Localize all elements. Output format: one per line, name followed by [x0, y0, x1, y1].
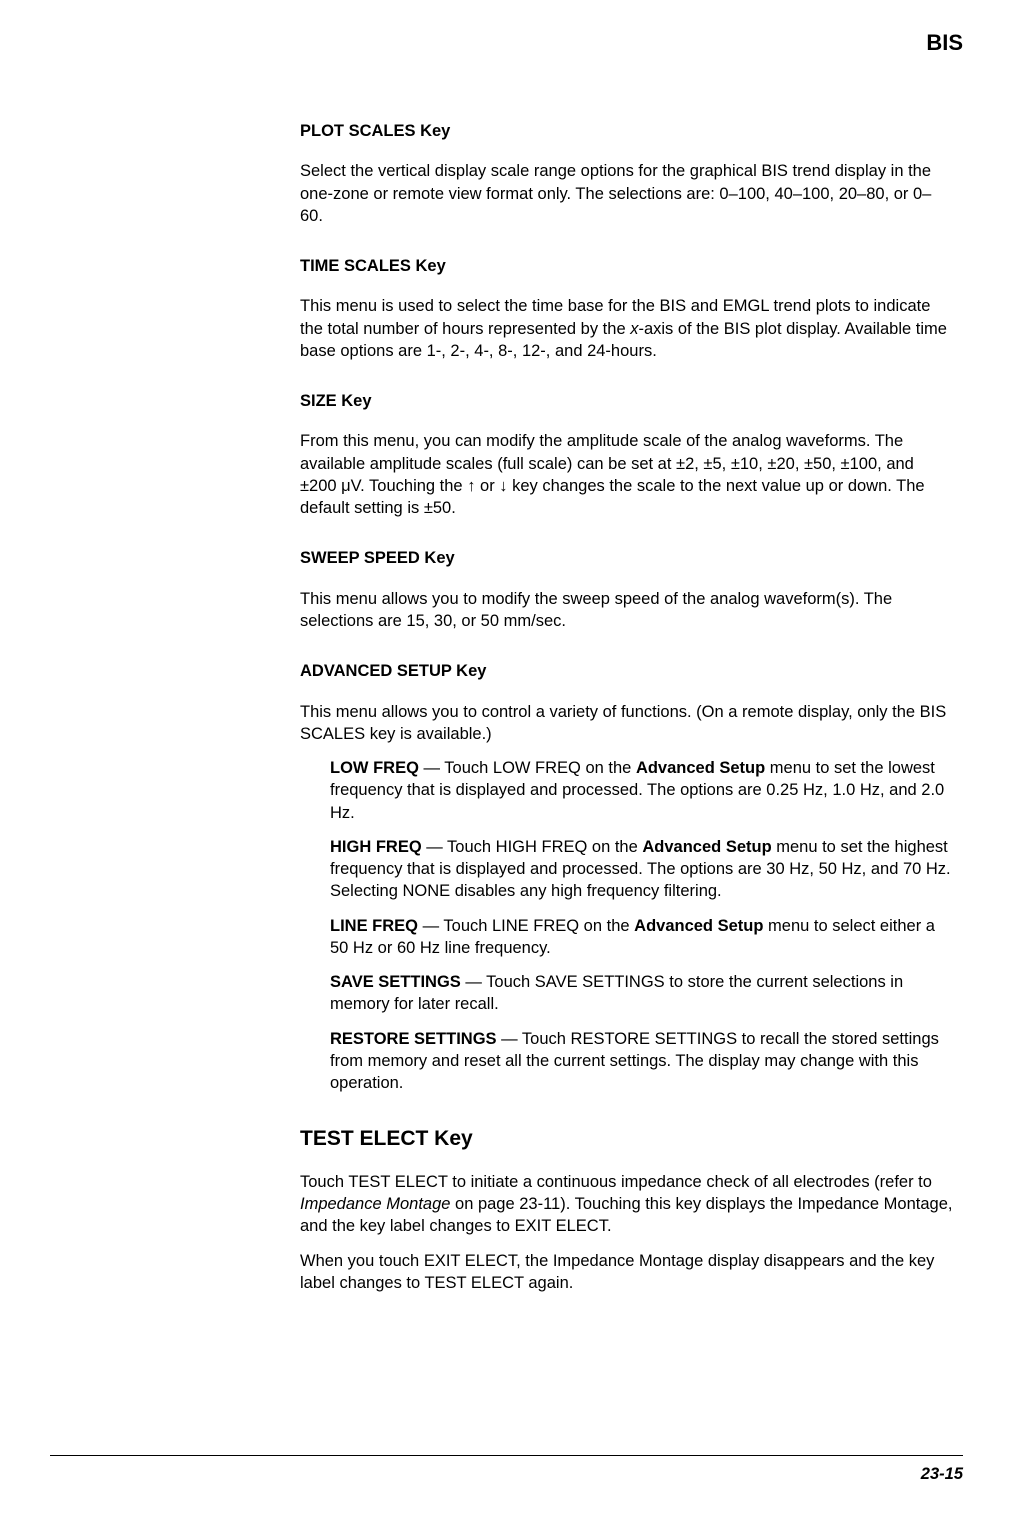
text: — Touch LOW FREQ on the [419, 759, 636, 777]
page-number: 23-15 [921, 1465, 963, 1484]
item-restore-settings: RESTORE SETTINGS — Touch RESTORE SETTING… [330, 1028, 953, 1095]
label-restore: RESTORE SETTINGS [330, 1030, 497, 1048]
para-plot-scales: Select the vertical display scale range … [300, 160, 953, 227]
label-save: SAVE SETTINGS [330, 973, 461, 991]
footer-rule [50, 1455, 963, 1456]
item-line-freq: LINE FREQ — Touch LINE FREQ on the Advan… [330, 915, 953, 960]
label-line-freq: LINE FREQ [330, 917, 418, 935]
label-high-freq: HIGH FREQ [330, 838, 422, 856]
heading-test-elect: TEST ELECT Key [300, 1125, 953, 1153]
item-high-freq: HIGH FREQ — Touch HIGH FREQ on the Advan… [330, 836, 953, 903]
text: — Touch LINE FREQ on the [418, 917, 634, 935]
heading-time-scales: TIME SCALES Key [300, 255, 953, 277]
menu-name: Advanced Setup [634, 917, 763, 935]
ref-impedance-montage: Impedance Montage [300, 1195, 450, 1213]
heading-sweep-speed: SWEEP SPEED Key [300, 547, 953, 569]
para-test-elect-2: When you touch EXIT ELECT, the Impedance… [300, 1250, 953, 1295]
header-section-label: BIS [926, 30, 963, 56]
label-low-freq: LOW FREQ [330, 759, 419, 777]
menu-name: Advanced Setup [636, 759, 765, 777]
content-column: PLOT SCALES Key Select the vertical disp… [300, 120, 953, 1294]
heading-size: SIZE Key [300, 390, 953, 412]
heading-plot-scales: PLOT SCALES Key [300, 120, 953, 142]
item-low-freq: LOW FREQ — Touch LOW FREQ on the Advance… [330, 757, 953, 824]
page: BIS PLOT SCALES Key Select the vertical … [0, 0, 1013, 1516]
text: — Touch HIGH FREQ on the [422, 838, 643, 856]
para-test-elect-1: Touch TEST ELECT to initiate a continuou… [300, 1171, 953, 1238]
menu-name: Advanced Setup [642, 838, 771, 856]
para-advanced-intro: This menu allows you to control a variet… [300, 701, 953, 746]
text: Touch TEST ELECT to initiate a continuou… [300, 1173, 932, 1191]
para-size: From this menu, you can modify the ampli… [300, 430, 953, 519]
para-time-scales: This menu is used to select the time bas… [300, 295, 953, 362]
item-save-settings: SAVE SETTINGS — Touch SAVE SETTINGS to s… [330, 971, 953, 1016]
heading-advanced-setup: ADVANCED SETUP Key [300, 660, 953, 682]
para-sweep-speed: This menu allows you to modify the sweep… [300, 588, 953, 633]
